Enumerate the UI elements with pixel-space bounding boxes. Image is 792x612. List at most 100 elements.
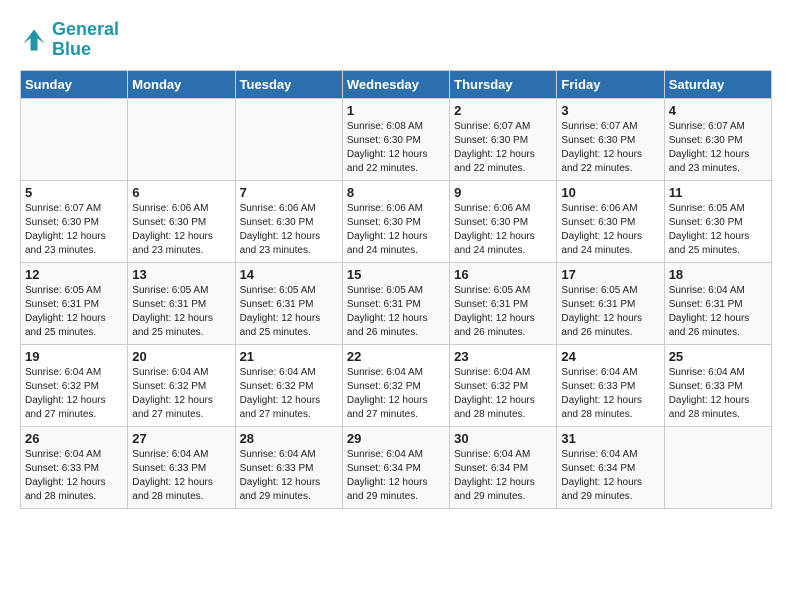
day-info: Sunrise: 6:04 AM Sunset: 6:32 PM Dayligh… xyxy=(25,366,123,422)
calendar-cell: 28 Sunrise: 6:04 AM Sunset: 6:33 PM Dayli… xyxy=(235,426,342,508)
day-number: 16 xyxy=(454,267,552,282)
day-number: 10 xyxy=(561,185,659,200)
logo-icon xyxy=(20,26,48,54)
calendar-cell: 7Sunrise: 6:06 AM Sunset: 6:30 PM Daylig… xyxy=(235,180,342,262)
weekday-header-row: SundayMondayTuesdayWednesdayThursdayFrid… xyxy=(21,70,772,98)
calendar-cell: 2Sunrise: 6:07 AM Sunset: 6:30 PM Daylig… xyxy=(450,98,557,180)
calendar-cell: 31Sunrise: 6:04 AM Sunset: 6:34 PM Dayli… xyxy=(557,426,664,508)
calendar-cell: 17 Sunrise: 6:05 AM Sunset: 6:31 PM Dayli… xyxy=(557,262,664,344)
day-number: 7 xyxy=(240,185,338,200)
calendar-table: SundayMondayTuesdayWednesdayThursdayFrid… xyxy=(20,70,772,509)
day-number: 29 xyxy=(347,431,445,446)
day-info: Sunrise: 6:07 AM Sunset: 6:30 PM Dayligh… xyxy=(561,120,659,176)
day-info: Sunrise: 6:05 AM Sunset: 6:31 PM Dayligh… xyxy=(25,284,123,340)
weekday-header: Thursday xyxy=(450,70,557,98)
day-number: 4 xyxy=(669,103,767,118)
calendar-cell: 25 Sunrise: 6:04 AM Sunset: 6:33 PM Dayli… xyxy=(664,344,771,426)
day-number: 17 xyxy=(561,267,659,282)
day-info: Sunrise: 6:04 AM Sunset: 6:33 PM Dayligh… xyxy=(132,448,230,504)
day-number: 27 xyxy=(132,431,230,446)
day-info: Sunrise: 6:07 AM Sunset: 6:30 PM Dayligh… xyxy=(669,120,767,176)
day-number: 12 xyxy=(25,267,123,282)
calendar-cell xyxy=(128,98,235,180)
calendar-cell: 15 Sunrise: 6:05 AM Sunset: 6:31 PM Dayli… xyxy=(342,262,449,344)
day-info: Sunrise: 6:06 AM Sunset: 6:30 PM Dayligh… xyxy=(347,202,445,258)
calendar-cell: 30Sunrise: 6:04 AM Sunset: 6:34 PM Dayli… xyxy=(450,426,557,508)
logo: General Blue xyxy=(20,20,119,60)
day-number: 5 xyxy=(25,185,123,200)
day-number: 25 xyxy=(669,349,767,364)
day-number: 9 xyxy=(454,185,552,200)
day-number: 8 xyxy=(347,185,445,200)
calendar-week-row: 26Sunrise: 6:04 AM Sunset: 6:33 PM Dayli… xyxy=(21,426,772,508)
calendar-cell: 11Sunrise: 6:05 AM Sunset: 6:30 PM Dayli… xyxy=(664,180,771,262)
day-number: 24 xyxy=(561,349,659,364)
day-info: Sunrise: 6:05 AM Sunset: 6:31 PM Dayligh… xyxy=(132,284,230,340)
day-info: Sunrise: 6:04 AM Sunset: 6:32 PM Dayligh… xyxy=(347,366,445,422)
calendar-cell: 13Sunrise: 6:05 AM Sunset: 6:31 PM Dayli… xyxy=(128,262,235,344)
day-number: 19 xyxy=(25,349,123,364)
day-number: 14 xyxy=(240,267,338,282)
day-number: 23 xyxy=(454,349,552,364)
weekday-header: Friday xyxy=(557,70,664,98)
calendar-cell: 3 Sunrise: 6:07 AM Sunset: 6:30 PM Daylig… xyxy=(557,98,664,180)
day-number: 30 xyxy=(454,431,552,446)
calendar-cell: 12 Sunrise: 6:05 AM Sunset: 6:31 PM Dayli… xyxy=(21,262,128,344)
day-info: Sunrise: 6:04 AM Sunset: 6:33 PM Dayligh… xyxy=(561,366,659,422)
calendar-cell: 10 Sunrise: 6:06 AM Sunset: 6:30 PM Dayli… xyxy=(557,180,664,262)
day-number: 22 xyxy=(347,349,445,364)
day-info: Sunrise: 6:04 AM Sunset: 6:33 PM Dayligh… xyxy=(669,366,767,422)
day-info: Sunrise: 6:05 AM Sunset: 6:31 PM Dayligh… xyxy=(347,284,445,340)
calendar-week-row: 12 Sunrise: 6:05 AM Sunset: 6:31 PM Dayli… xyxy=(21,262,772,344)
day-info: Sunrise: 6:04 AM Sunset: 6:32 PM Dayligh… xyxy=(132,366,230,422)
calendar-week-row: 5Sunrise: 6:07 AM Sunset: 6:30 PM Daylig… xyxy=(21,180,772,262)
day-info: Sunrise: 6:05 AM Sunset: 6:30 PM Dayligh… xyxy=(669,202,767,258)
day-info: Sunrise: 6:06 AM Sunset: 6:30 PM Dayligh… xyxy=(132,202,230,258)
day-number: 20 xyxy=(132,349,230,364)
day-info: Sunrise: 6:05 AM Sunset: 6:31 PM Dayligh… xyxy=(561,284,659,340)
day-info: Sunrise: 6:05 AM Sunset: 6:31 PM Dayligh… xyxy=(240,284,338,340)
calendar-cell: 27 Sunrise: 6:04 AM Sunset: 6:33 PM Dayli… xyxy=(128,426,235,508)
calendar-week-row: 1 Sunrise: 6:08 AM Sunset: 6:30 PM Daylig… xyxy=(21,98,772,180)
weekday-header: Sunday xyxy=(21,70,128,98)
calendar-cell: 1 Sunrise: 6:08 AM Sunset: 6:30 PM Daylig… xyxy=(342,98,449,180)
calendar-cell: 23 Sunrise: 6:04 AM Sunset: 6:32 PM Dayli… xyxy=(450,344,557,426)
calendar-cell: 9 Sunrise: 6:06 AM Sunset: 6:30 PM Daylig… xyxy=(450,180,557,262)
weekday-header: Saturday xyxy=(664,70,771,98)
calendar-cell: 19 Sunrise: 6:04 AM Sunset: 6:32 PM Dayli… xyxy=(21,344,128,426)
day-number: 3 xyxy=(561,103,659,118)
day-info: Sunrise: 6:04 AM Sunset: 6:34 PM Dayligh… xyxy=(347,448,445,504)
day-number: 1 xyxy=(347,103,445,118)
calendar-cell: 20 Sunrise: 6:04 AM Sunset: 6:32 PM Dayli… xyxy=(128,344,235,426)
calendar-cell: 16Sunrise: 6:05 AM Sunset: 6:31 PM Dayli… xyxy=(450,262,557,344)
calendar-cell: 22 Sunrise: 6:04 AM Sunset: 6:32 PM Dayli… xyxy=(342,344,449,426)
calendar-cell: 6 Sunrise: 6:06 AM Sunset: 6:30 PM Daylig… xyxy=(128,180,235,262)
page-header: General Blue xyxy=(20,20,772,60)
calendar-cell: 26Sunrise: 6:04 AM Sunset: 6:33 PM Dayli… xyxy=(21,426,128,508)
calendar-cell: 5Sunrise: 6:07 AM Sunset: 6:30 PM Daylig… xyxy=(21,180,128,262)
day-info: Sunrise: 6:08 AM Sunset: 6:30 PM Dayligh… xyxy=(347,120,445,176)
day-number: 18 xyxy=(669,267,767,282)
day-info: Sunrise: 6:04 AM Sunset: 6:31 PM Dayligh… xyxy=(669,284,767,340)
day-info: Sunrise: 6:04 AM Sunset: 6:33 PM Dayligh… xyxy=(240,448,338,504)
day-info: Sunrise: 6:04 AM Sunset: 6:33 PM Dayligh… xyxy=(25,448,123,504)
day-number: 21 xyxy=(240,349,338,364)
calendar-cell: 29 Sunrise: 6:04 AM Sunset: 6:34 PM Dayli… xyxy=(342,426,449,508)
calendar-cell xyxy=(21,98,128,180)
calendar-cell: 8 Sunrise: 6:06 AM Sunset: 6:30 PM Daylig… xyxy=(342,180,449,262)
calendar-cell: 21Sunrise: 6:04 AM Sunset: 6:32 PM Dayli… xyxy=(235,344,342,426)
day-info: Sunrise: 6:06 AM Sunset: 6:30 PM Dayligh… xyxy=(454,202,552,258)
logo-text: General Blue xyxy=(52,20,119,60)
calendar-cell: 24 Sunrise: 6:04 AM Sunset: 6:33 PM Dayli… xyxy=(557,344,664,426)
day-info: Sunrise: 6:06 AM Sunset: 6:30 PM Dayligh… xyxy=(561,202,659,258)
day-number: 15 xyxy=(347,267,445,282)
day-number: 31 xyxy=(561,431,659,446)
calendar-cell: 4 Sunrise: 6:07 AM Sunset: 6:30 PM Daylig… xyxy=(664,98,771,180)
day-number: 28 xyxy=(240,431,338,446)
weekday-header: Monday xyxy=(128,70,235,98)
weekday-header: Tuesday xyxy=(235,70,342,98)
day-info: Sunrise: 6:04 AM Sunset: 6:32 PM Dayligh… xyxy=(454,366,552,422)
calendar-cell xyxy=(235,98,342,180)
weekday-header: Wednesday xyxy=(342,70,449,98)
day-number: 6 xyxy=(132,185,230,200)
